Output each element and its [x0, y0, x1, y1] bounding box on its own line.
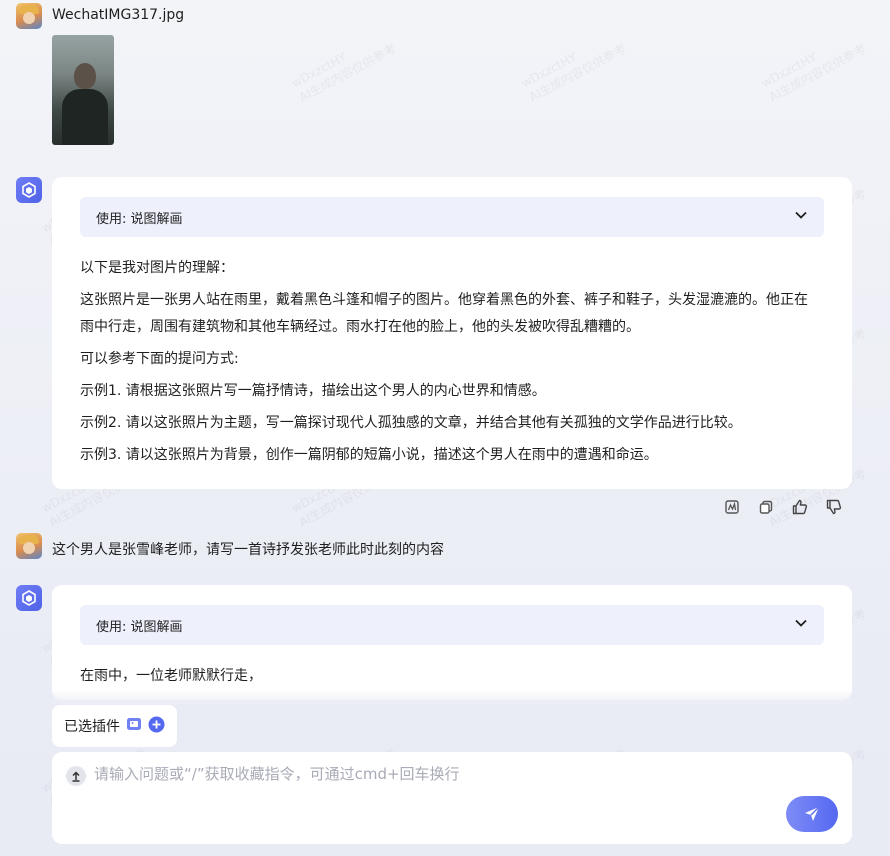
answer-paragraph: 示例1. 请根据这张照片写一篇抒情诗，描绘出这个男人的内心世界和情感。: [80, 383, 546, 399]
response-actions: [722, 497, 844, 517]
user-avatar: [16, 3, 42, 29]
selected-plugins-bar: 已选插件: [52, 705, 177, 747]
send-icon: [805, 806, 820, 821]
add-plugin-icon[interactable]: [148, 716, 165, 737]
answer-paragraph: 示例2. 请以这张照片为主题，写一篇探讨现代人孤独感的文章，并结合其他有关孤独的…: [80, 415, 742, 431]
plugin-image-icon[interactable]: [126, 716, 142, 736]
watermark: wDxzctHYAI生成内容仅供参考: [759, 41, 869, 105]
watermark: wDxzctHYAI生成内容仅供参考: [289, 41, 399, 105]
assistant-avatar: [16, 585, 42, 611]
chevron-down-icon[interactable]: [794, 208, 808, 226]
send-button[interactable]: [786, 796, 838, 832]
watermark: wDxzctHYAI生成内容仅供参考: [519, 41, 629, 105]
plugin-usage-label: 使用: 说图解画: [96, 211, 183, 227]
user-avatar: [16, 533, 42, 559]
user-question-text: 这个男人是张雪峰老师，请写一首诗抒发张老师此时此刻的内容: [52, 542, 444, 558]
chat-input-field[interactable]: [92, 764, 776, 784]
answer-paragraph: 这张照片是一张男人站在雨里，戴着黑色斗篷和帽子的图片。他穿着黑色的外套、裤子和鞋…: [80, 292, 808, 335]
assistant-answer-text: 以下是我对图片的理解： 这张照片是一张男人站在雨里，戴着黑色斗篷和帽子的图片。他…: [80, 255, 820, 474]
plugin-usage-bar[interactable]: 使用: 说图解画: [80, 605, 824, 645]
assistant-response-card: 使用: 说图解画 在雨中，一位老师默默行走，: [52, 585, 852, 700]
selected-plugins-label: 已选插件: [64, 719, 120, 735]
answer-paragraph: 示例3. 请以这张照片为背景，创作一篇阴郁的短篇小说，描述这个男人在雨中的遭遇和…: [80, 447, 658, 463]
copy-icon[interactable]: [756, 497, 776, 517]
assistant-logo-icon: [22, 590, 36, 606]
upload-icon[interactable]: [66, 766, 86, 786]
answer-paragraph: 在雨中，一位老师默默行走，: [80, 668, 262, 684]
answer-paragraph: 以下是我对图片的理解：: [80, 260, 234, 276]
answer-paragraph: 可以参考下面的提问方式:: [80, 351, 239, 367]
assistant-logo-icon: [22, 182, 36, 198]
plugin-usage-label: 使用: 说图解画: [96, 619, 183, 635]
chart-icon[interactable]: [722, 497, 742, 517]
thumbs-up-icon[interactable]: [790, 497, 810, 517]
chat-input-box: [52, 752, 852, 844]
plugin-usage-bar[interactable]: 使用: 说图解画: [80, 197, 824, 237]
chevron-down-icon[interactable]: [794, 616, 808, 634]
uploaded-filename: WechatIMG317.jpg: [52, 7, 185, 23]
assistant-avatar: [16, 177, 42, 203]
assistant-response-card: 使用: 说图解画 以下是我对图片的理解： 这张照片是一张男人站在雨里，戴着黑色斗…: [52, 177, 852, 489]
scroll-fade: [52, 690, 852, 704]
thumbs-down-icon[interactable]: [824, 497, 844, 517]
uploaded-photo-thumbnail[interactable]: [52, 35, 114, 145]
